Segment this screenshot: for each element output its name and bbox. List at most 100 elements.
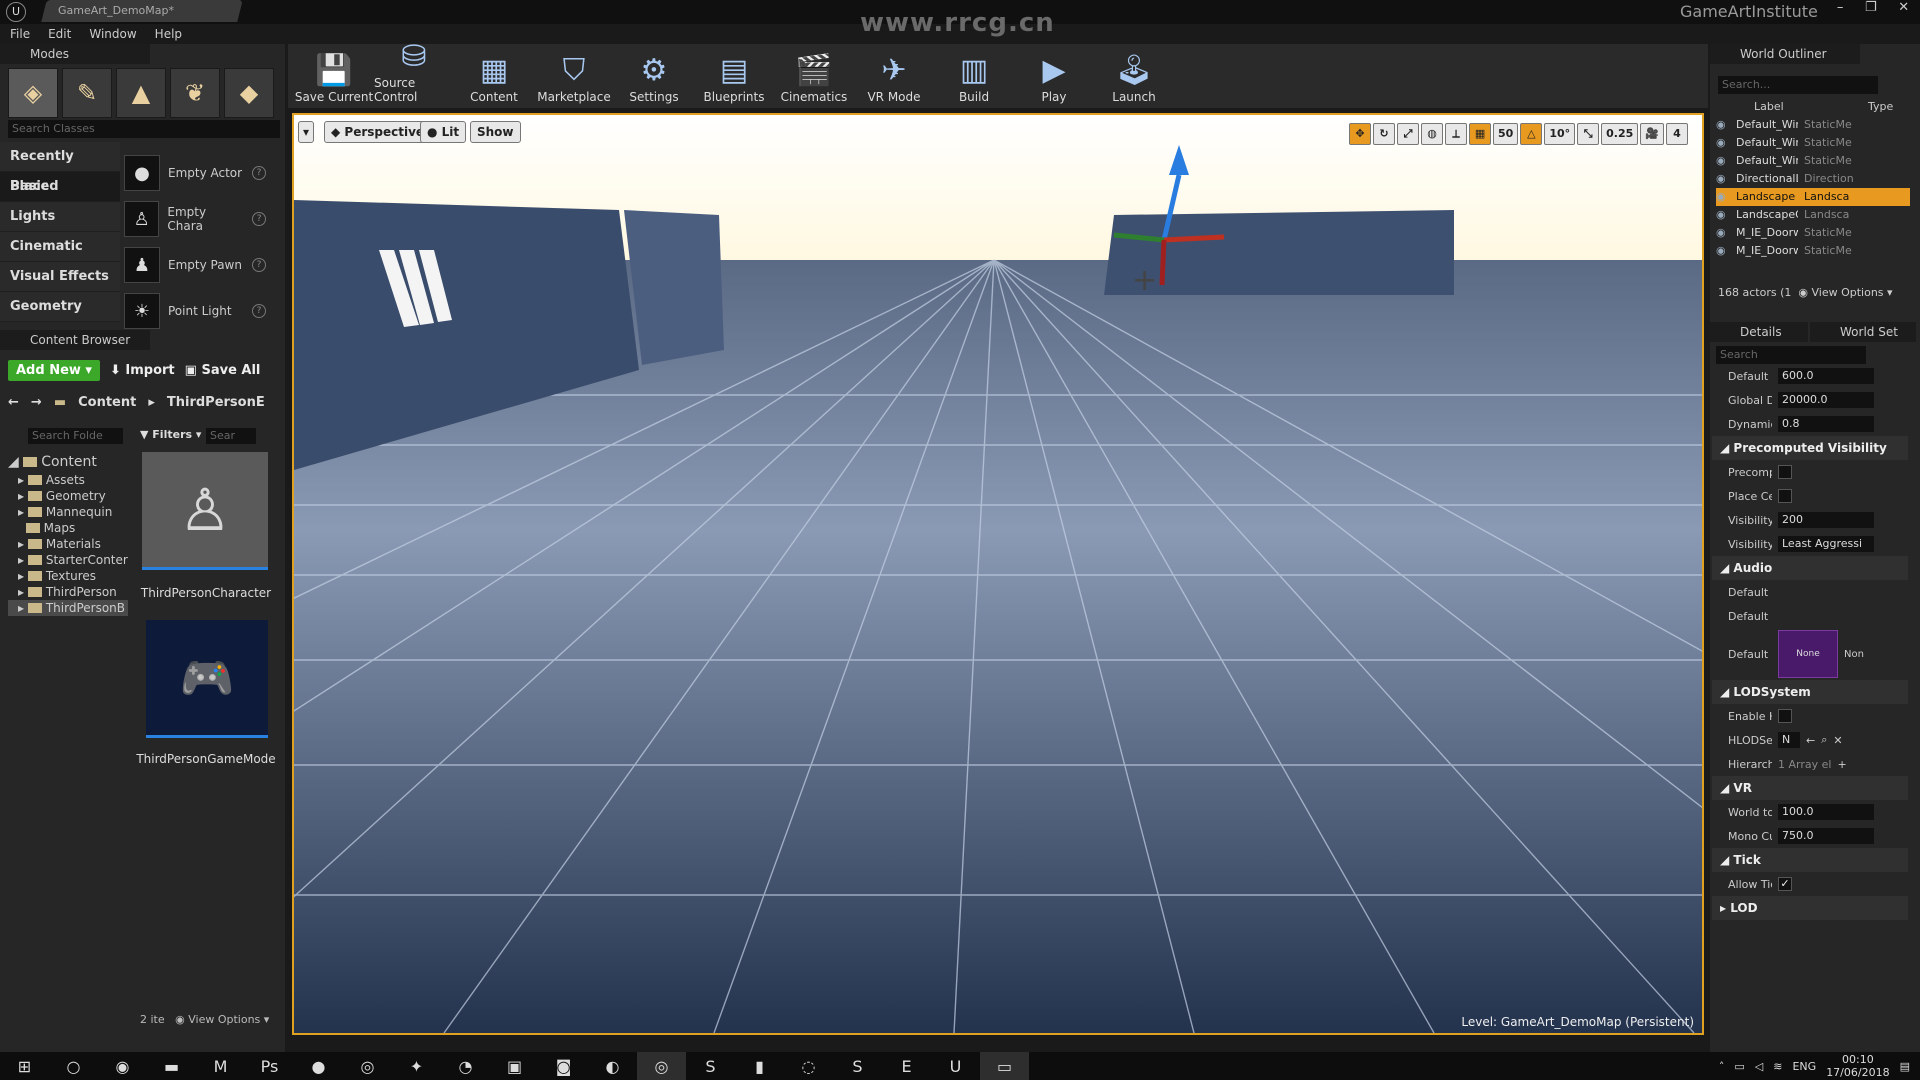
section-lod-system[interactable]: ◢ LODSystem (1712, 680, 1908, 704)
show-button[interactable]: Show (470, 121, 521, 143)
foliage-mode-icon[interactable]: ❦ (170, 68, 220, 118)
eye-icon[interactable]: ◉ (1716, 206, 1730, 224)
grid-snap-icon[interactable]: ▦ (1469, 123, 1492, 145)
eye-icon[interactable]: ◉ (1716, 224, 1730, 242)
section-tick[interactable]: ◢ Tick (1712, 848, 1908, 872)
modes-tab[interactable]: Modes (0, 44, 150, 64)
help-icon[interactable]: ? (252, 258, 266, 272)
close-button[interactable]: ✕ (1898, 0, 1909, 22)
outliner-row[interactable]: ◉ Default_Win StaticMe (1716, 152, 1910, 170)
prop-dropdown[interactable]: N (1778, 732, 1800, 748)
asset-thumbnail[interactable]: None (1778, 630, 1838, 678)
vr-mode-button[interactable]: ✈ VR Mode (854, 44, 934, 108)
perspective-button[interactable]: ◆ Perspective (324, 121, 432, 143)
column-type-header[interactable]: Type (1868, 100, 1893, 113)
outliner-row-selected[interactable]: ◉ Landscape Landsca (1716, 188, 1910, 206)
clock[interactable]: 00:10 17/06/2018 (1826, 1053, 1889, 1079)
photoshop-icon[interactable]: Ps (245, 1052, 294, 1080)
tree-folder[interactable]: ▸ Assets (8, 472, 128, 488)
steam-icon[interactable]: ◎ (637, 1052, 686, 1080)
app-icon[interactable]: ◌ (784, 1052, 833, 1080)
folder-search-input[interactable]: Search Folde (28, 428, 123, 444)
category-recently-placed[interactable]: Recently Placed (0, 142, 120, 194)
place-item-empty-actor[interactable]: ● Empty Actor ? (124, 150, 274, 196)
checkbox-checked[interactable]: ✓ (1778, 877, 1792, 891)
world-settings-tab[interactable]: World Set (1810, 322, 1916, 342)
save-current-button[interactable]: 💾 Save Current (294, 44, 374, 108)
volume-icon[interactable]: ◁ (1755, 1060, 1763, 1073)
epic-icon[interactable]: E (882, 1052, 931, 1080)
settings-button[interactable]: ⚙ Settings (614, 44, 694, 108)
maximize-button[interactable]: ❐ (1865, 0, 1877, 22)
notification-icon[interactable]: ▤ (1900, 1060, 1910, 1073)
viewport-menu-chevron-icon[interactable]: ▾ (298, 121, 315, 143)
tree-folder[interactable]: ▸ Textures (8, 568, 128, 584)
prop-input[interactable]: 100.0 (1778, 804, 1874, 820)
rotation-snap-icon[interactable]: △ (1520, 123, 1543, 145)
breadcrumb-content[interactable]: Content (78, 395, 136, 410)
outliner-row[interactable]: ◉ M_IE_Doorw StaticMe (1716, 242, 1910, 260)
eye-icon[interactable]: ◉ (1716, 152, 1730, 170)
tree-root[interactable]: ◢ Content (8, 452, 128, 472)
place-mode-icon[interactable]: ◈ (8, 68, 58, 118)
add-icon[interactable]: + (1837, 758, 1846, 771)
prop-input[interactable]: 20000.0 (1778, 392, 1874, 408)
surface-snap-icon[interactable]: ⟂ (1445, 123, 1468, 145)
help-icon[interactable]: ? (252, 166, 266, 180)
app-icon[interactable]: ◐ (588, 1052, 637, 1080)
app-icon[interactable]: ▮ (735, 1052, 784, 1080)
content-button[interactable]: ▦ Content (454, 44, 534, 108)
save-all-button[interactable]: ▣ Save All (185, 363, 261, 378)
details-tab[interactable]: Details (1710, 322, 1808, 342)
section-vr[interactable]: ◢ VR (1712, 776, 1908, 800)
paint-mode-icon[interactable]: ✎ (62, 68, 112, 118)
prop-dropdown[interactable]: Least Aggressi (1778, 536, 1874, 552)
app-icon[interactable]: S (686, 1052, 735, 1080)
explorer-icon[interactable]: ▬ (147, 1052, 196, 1080)
place-item-point-light[interactable]: ☀ Point Light ? (124, 288, 274, 334)
prop-input[interactable]: 0.8 (1778, 416, 1874, 432)
outliner-row[interactable]: ◉ LandscapeG Landsca (1716, 206, 1910, 224)
scale-icon[interactable]: ⤢ (1397, 123, 1420, 145)
source-control-button[interactable]: ⛁ Source Control (374, 39, 454, 108)
asset-thumbnail-character[interactable]: ♙ (142, 452, 268, 570)
import-button[interactable]: ⬇ Import (110, 363, 175, 378)
outliner-row[interactable]: ◉ Default_Win StaticMe (1716, 134, 1910, 152)
grid-snap-value[interactable]: 50 (1493, 123, 1519, 145)
outliner-search-input[interactable]: Search... (1718, 76, 1878, 94)
landscape-mode-icon[interactable]: ▲ (116, 68, 166, 118)
build-button[interactable]: ▥ Build (934, 44, 1014, 108)
outliner-row[interactable]: ◉ M_IE_Doorw StaticMe (1716, 224, 1910, 242)
close-icon[interactable]: ✕ (1833, 734, 1842, 747)
eye-icon[interactable]: ◉ (1716, 134, 1730, 152)
prop-input[interactable]: 200 (1778, 512, 1874, 528)
world-outliner-tab[interactable]: World Outliner (1710, 44, 1860, 64)
steam-icon[interactable]: ◎ (343, 1052, 392, 1080)
camera-speed-icon[interactable]: 🎥 (1640, 123, 1664, 145)
skype-icon[interactable]: S (833, 1052, 882, 1080)
back-arrow-icon[interactable]: ← (8, 395, 19, 410)
menu-file[interactable]: File (10, 24, 30, 44)
eye-icon[interactable]: ◉ (1716, 188, 1730, 206)
language-indicator[interactable]: ENG (1792, 1060, 1816, 1073)
eye-icon[interactable]: ◉ (1716, 170, 1730, 188)
cinematics-button[interactable]: 🎬 Cinematics (774, 44, 854, 108)
rotate-icon[interactable]: ↻ (1373, 123, 1396, 145)
unreal-icon[interactable]: U (931, 1052, 980, 1080)
menu-window[interactable]: Window (89, 24, 136, 44)
category-lights[interactable]: Lights (0, 202, 120, 232)
asset-thumbnail-gamemode[interactable]: 🎮 (146, 620, 268, 738)
wifi-icon[interactable]: ≋ (1773, 1060, 1782, 1073)
translate-icon[interactable]: ✥ (1349, 123, 1372, 145)
help-icon[interactable]: ? (252, 212, 266, 226)
search-classes-input[interactable]: Search Classes (8, 120, 280, 138)
view-options-button[interactable]: View Options (1811, 286, 1883, 299)
outliner-row[interactable]: ◉ Default_Win StaticMe (1716, 116, 1910, 134)
app-icon[interactable]: ◙ (539, 1052, 588, 1080)
category-visual-effects[interactable]: Visual Effects (0, 262, 120, 292)
prop-input[interactable]: 750.0 (1778, 828, 1874, 844)
checkbox[interactable] (1778, 465, 1792, 479)
arrow-left-icon[interactable]: ← (1806, 734, 1815, 747)
chevron-up-icon[interactable]: ˄ (1719, 1060, 1725, 1073)
maya-icon[interactable]: M (196, 1052, 245, 1080)
